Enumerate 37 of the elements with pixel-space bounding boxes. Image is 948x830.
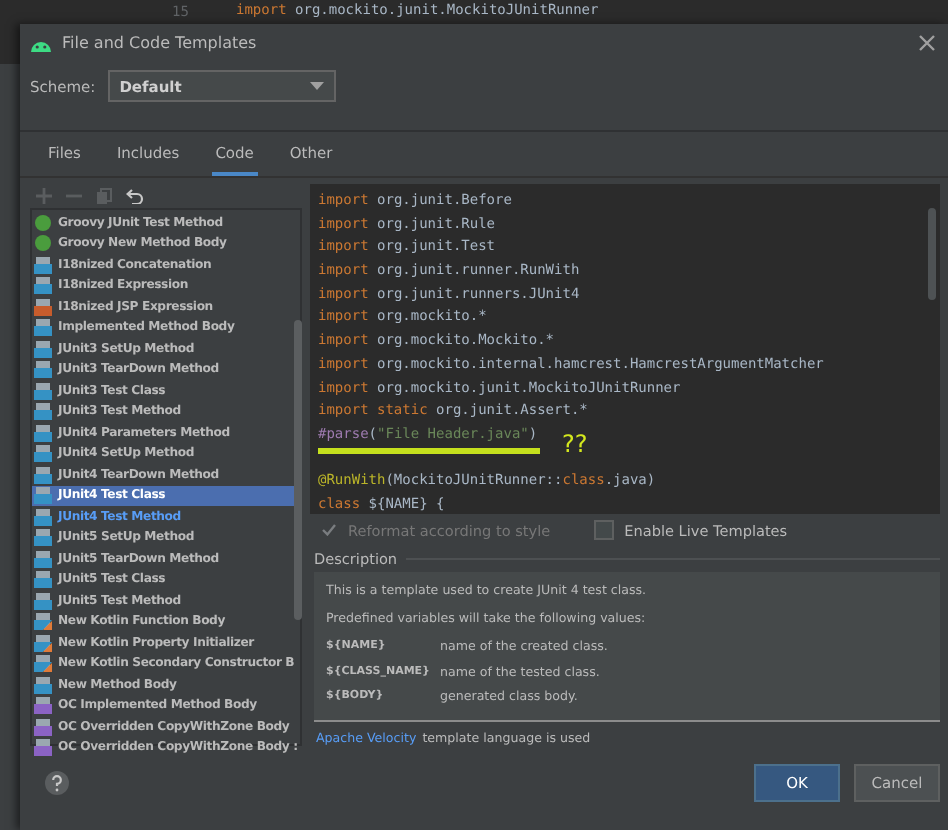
file-icon <box>34 507 52 526</box>
file-icon <box>34 612 52 631</box>
window-title: File and Code Templates <box>62 34 259 52</box>
annotation-text: ?? <box>562 433 588 458</box>
file-icon <box>34 633 52 652</box>
file-icon <box>34 465 52 484</box>
undo-icon[interactable] <box>126 188 144 204</box>
checkbox[interactable] <box>594 520 615 541</box>
close-icon[interactable] <box>918 34 936 52</box>
caret-icon <box>309 82 324 90</box>
file-icon <box>34 675 52 694</box>
file-icon <box>34 717 52 736</box>
file-icon <box>34 381 52 400</box>
code-editor[interactable] <box>310 184 940 515</box>
file-icon <box>34 654 52 673</box>
file-icon <box>34 339 52 358</box>
add-icon[interactable] <box>36 188 52 204</box>
file-icon <box>34 591 52 610</box>
file-icon <box>34 318 52 337</box>
file-icon <box>34 570 52 589</box>
file-icon <box>34 486 52 505</box>
file-icon <box>34 360 52 379</box>
file-icon <box>34 297 52 316</box>
circle-icon <box>34 213 52 232</box>
help-icon <box>44 769 70 795</box>
file-icon <box>34 444 52 463</box>
file-icon <box>34 549 52 568</box>
file-icon <box>34 696 52 715</box>
file-icon <box>34 423 52 442</box>
copy-icon[interactable] <box>96 188 112 204</box>
file-icon <box>34 738 52 757</box>
file-icon <box>34 255 52 274</box>
circle-icon <box>34 234 52 253</box>
file-icon <box>34 402 52 421</box>
file-icon <box>34 276 52 295</box>
file-icon <box>34 528 52 547</box>
scrollbar-thumb[interactable] <box>928 208 936 300</box>
